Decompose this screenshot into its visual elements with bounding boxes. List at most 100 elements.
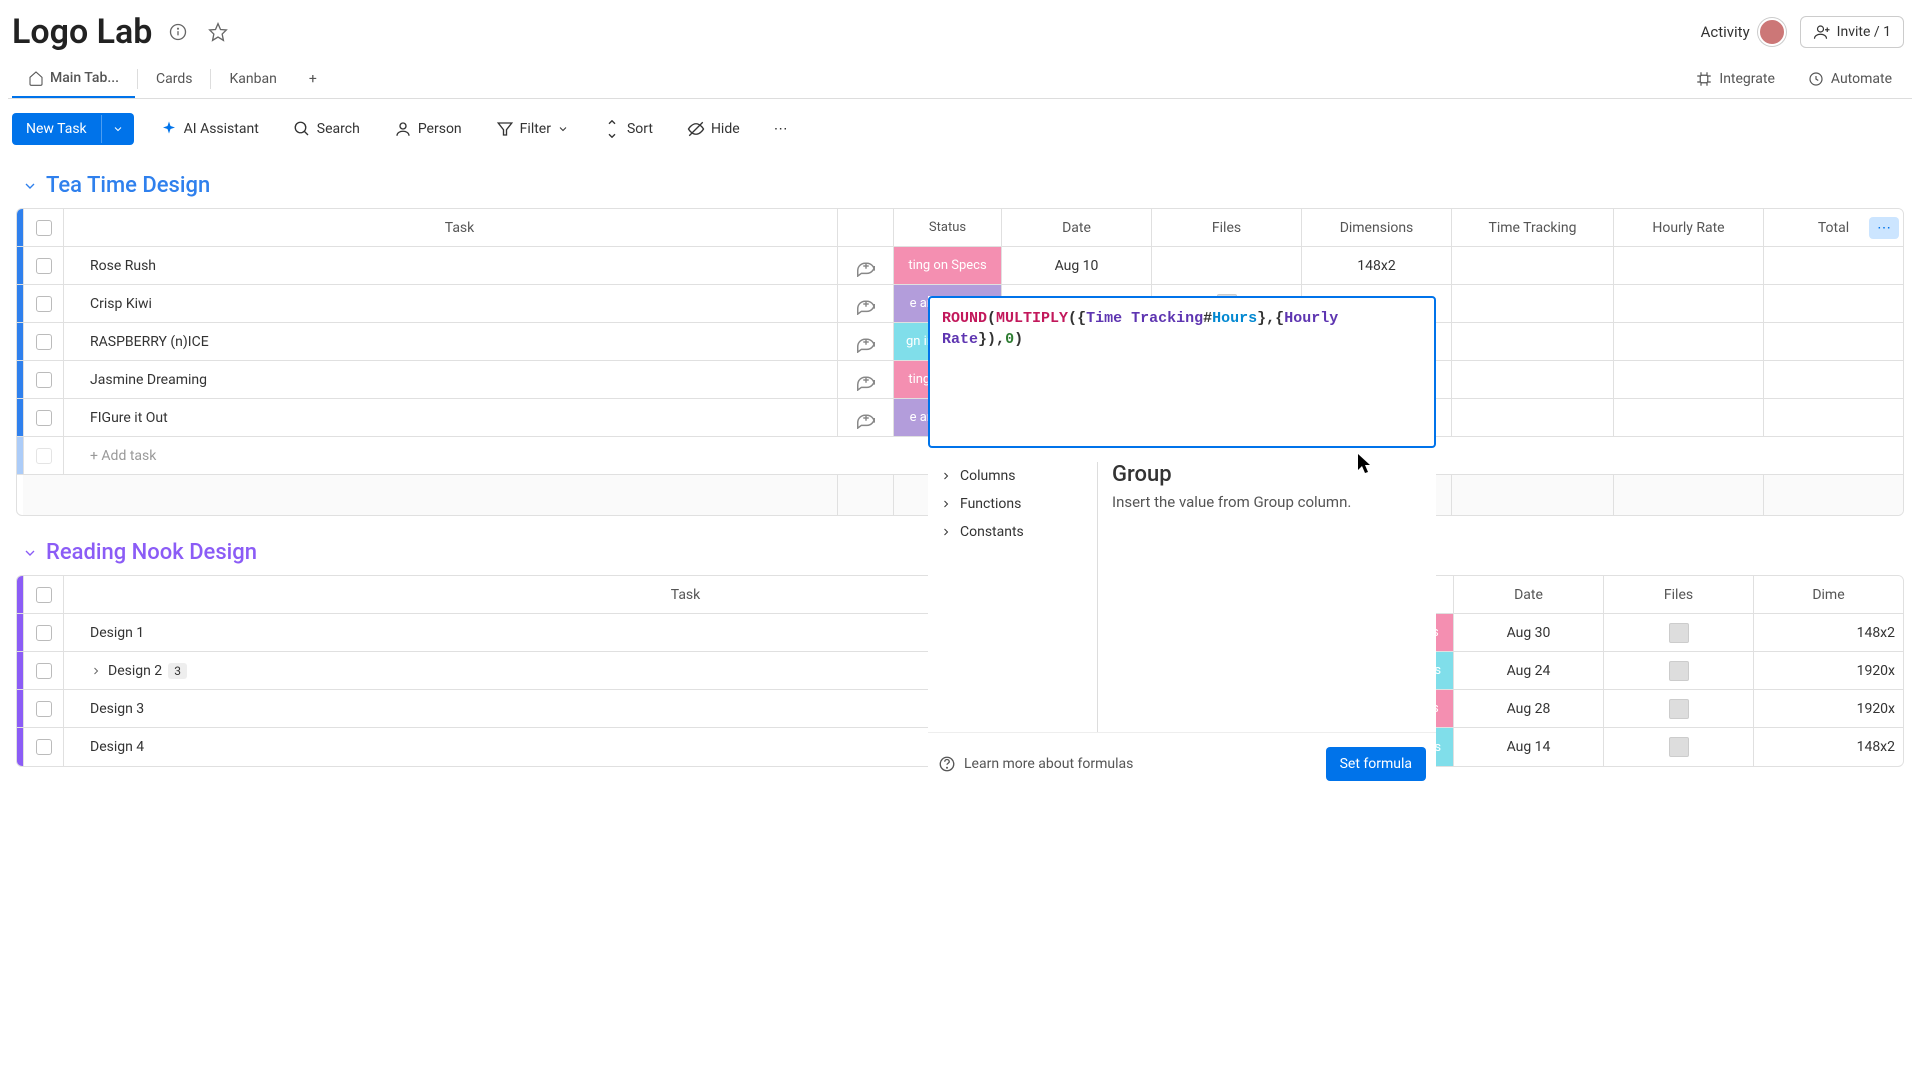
row-checkbox[interactable] [23,728,63,766]
task-name-cell[interactable]: RASPBERRY (n)ICE [63,323,837,360]
row-checkbox[interactable] [23,361,63,398]
ai-assistant-button[interactable]: AI Assistant [152,116,267,142]
task-name-cell[interactable]: Crisp Kiwi [63,285,837,322]
total-cell[interactable] [1763,361,1903,398]
formula-help-desc: Insert the value from Group column. [1112,493,1422,511]
select-all-checkbox[interactable] [23,576,63,613]
dimensions-cell[interactable]: 1920x [1753,690,1903,727]
dimensions-cell[interactable]: 148x2 [1753,728,1903,766]
time-tracking-cell[interactable] [1451,361,1613,398]
row-checkbox[interactable] [23,399,63,436]
hide-button[interactable]: Hide [679,116,748,142]
formula-help-pane: Group Insert the value from Group column… [1098,462,1436,732]
task-name: Jasmine Dreaming [90,372,207,388]
tab-main[interactable]: Main Tab... [12,60,135,98]
person-button[interactable]: Person [386,116,470,142]
time-tracking-cell[interactable] [1451,247,1613,284]
task-name-cell[interactable]: Jasmine Dreaming [63,361,837,398]
add-update-button[interactable] [837,247,893,284]
date-cell[interactable]: Aug 10 [1001,247,1151,284]
row-checkbox[interactable] [23,614,63,651]
more-toolbar-button[interactable]: ⋯ [766,117,796,141]
new-task-button[interactable]: New Task [12,113,134,145]
task-name-cell[interactable]: FIGure it Out [63,399,837,436]
file-thumbnail[interactable] [1669,661,1689,681]
formula-section-functions[interactable]: Functions [936,490,1089,518]
col-header-total[interactable]: Total ⋯ [1763,209,1903,246]
col-header-files[interactable]: Files [1603,576,1753,613]
files-cell[interactable] [1151,247,1301,284]
integrate-button[interactable]: Integrate [1679,60,1791,98]
group-header[interactable]: Tea Time Design [16,173,1904,198]
total-cell[interactable] [1763,247,1903,284]
tab-cards[interactable]: Cards [140,61,208,97]
hourly-rate-cell[interactable] [1613,247,1763,284]
learn-more-link[interactable]: Learn more about formulas [938,755,1133,773]
date-cell[interactable]: Aug 14 [1453,728,1603,766]
date-cell[interactable]: Aug 24 [1453,652,1603,689]
status-cell[interactable]: ting on Specs [893,247,1001,284]
date-cell[interactable]: Aug 28 [1453,690,1603,727]
total-cell[interactable] [1763,323,1903,360]
col-header-dimensions[interactable]: Dimensions [1301,209,1451,246]
files-cell[interactable] [1603,652,1753,689]
col-header-date[interactable]: Date [1001,209,1151,246]
star-icon[interactable] [204,18,232,46]
files-cell[interactable] [1603,614,1753,651]
col-header-status[interactable]: Status [893,209,1001,246]
dimensions-cell[interactable]: 148x2 [1301,247,1451,284]
dimensions-cell[interactable]: 1920x [1753,652,1903,689]
col-header-rate[interactable]: Hourly Rate [1613,209,1763,246]
task-name-cell[interactable]: Rose Rush [63,247,837,284]
row-checkbox[interactable] [23,323,63,360]
files-cell[interactable] [1603,728,1753,766]
col-header-dimensions[interactable]: Dime [1753,576,1903,613]
formula-section-columns[interactable]: Columns [936,462,1089,490]
tab-kanban[interactable]: Kanban [213,61,292,97]
col-header-task[interactable]: Task [63,209,837,246]
time-tracking-cell[interactable] [1451,323,1613,360]
time-tracking-cell[interactable] [1451,285,1613,322]
col-header-time[interactable]: Time Tracking [1451,209,1613,246]
add-update-button[interactable] [837,285,893,322]
filter-button[interactable]: Filter [488,116,577,142]
hourly-rate-cell[interactable] [1613,323,1763,360]
col-header-files[interactable]: Files [1151,209,1301,246]
activity-link[interactable]: Activity [1701,18,1786,46]
row-checkbox[interactable] [23,285,63,322]
chevron-right-icon [940,470,952,482]
sort-button[interactable]: Sort [595,116,661,142]
row-checkbox[interactable] [23,652,63,689]
row-checkbox[interactable] [23,247,63,284]
automate-button[interactable]: Automate [1791,60,1908,98]
info-icon[interactable] [164,18,192,46]
select-all-checkbox[interactable] [23,209,63,246]
total-cell[interactable] [1763,285,1903,322]
add-update-button[interactable] [837,361,893,398]
formula-section-constants[interactable]: Constants [936,518,1089,546]
table-row[interactable]: Rose Rush ting on Specs Aug 10 148x2 [17,247,1903,285]
dimensions-cell[interactable]: 148x2 [1753,614,1903,651]
hourly-rate-cell[interactable] [1613,399,1763,436]
search-button[interactable]: Search [285,116,368,142]
hourly-rate-cell[interactable] [1613,361,1763,398]
invite-button[interactable]: Invite / 1 [1800,16,1904,48]
files-cell[interactable] [1603,690,1753,727]
file-thumbnail[interactable] [1669,623,1689,643]
formula-input[interactable]: ROUND(MULTIPLY({Time Tracking#Hours},{Ho… [928,296,1436,448]
file-thumbnail[interactable] [1669,737,1689,757]
time-tracking-cell[interactable] [1451,399,1613,436]
file-thumbnail[interactable] [1669,699,1689,719]
new-task-dropdown[interactable] [101,115,134,143]
column-more-button[interactable]: ⋯ [1869,217,1899,239]
date-cell[interactable]: Aug 30 [1453,614,1603,651]
expand-subitems-icon[interactable] [90,665,102,677]
add-update-button[interactable] [837,323,893,360]
row-checkbox[interactable] [23,690,63,727]
add-tab-button[interactable]: + [293,61,333,97]
set-formula-button[interactable]: Set formula [1326,747,1426,781]
total-cell[interactable] [1763,399,1903,436]
col-header-date[interactable]: Date [1453,576,1603,613]
hourly-rate-cell[interactable] [1613,285,1763,322]
add-update-button[interactable] [837,399,893,436]
